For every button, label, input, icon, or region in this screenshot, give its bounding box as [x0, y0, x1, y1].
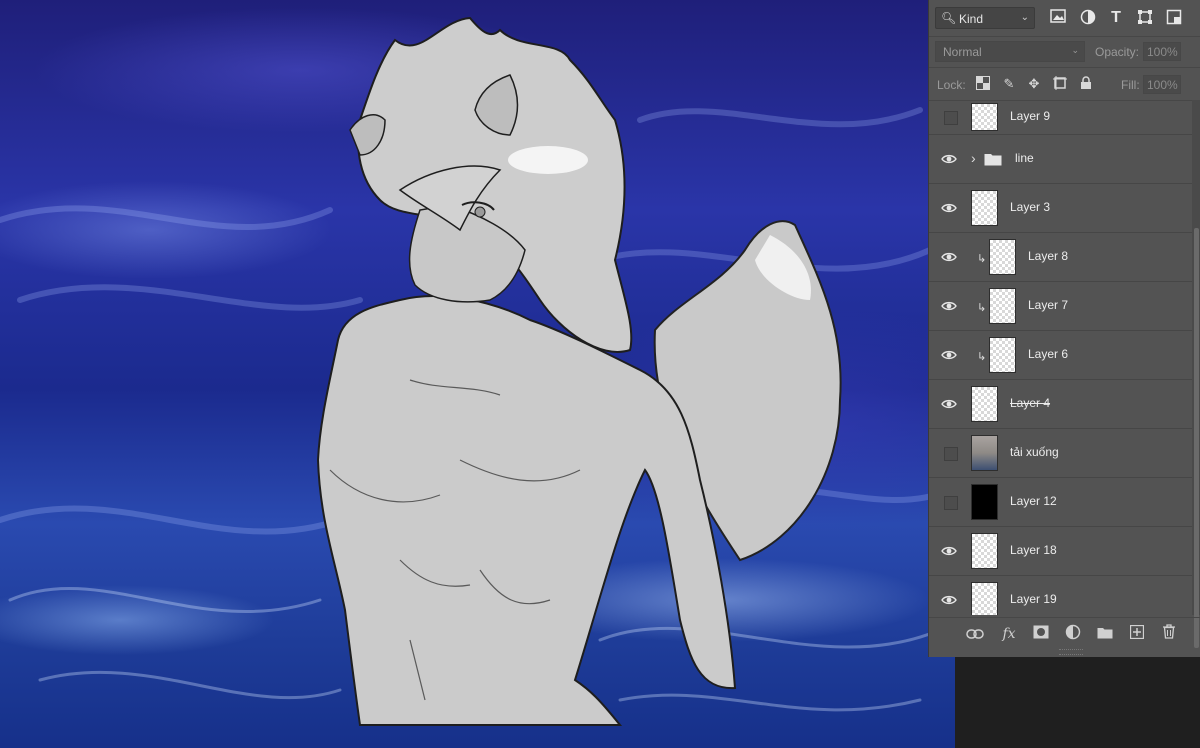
- layer-style-fx-icon[interactable]: fx: [999, 624, 1019, 644]
- delete-layer-icon[interactable]: [1159, 624, 1179, 644]
- layer-name[interactable]: Layer 4: [1010, 396, 1050, 410]
- layer-row[interactable]: Layer 9: [929, 100, 1193, 135]
- layer-thumbnail[interactable]: [989, 337, 1016, 373]
- layer-name[interactable]: tải xuống: [1010, 445, 1059, 459]
- visibility-eye-icon[interactable]: [935, 135, 961, 183]
- opacity-label: Opacity:: [1095, 45, 1140, 59]
- visibility-eye-icon[interactable]: [935, 184, 961, 232]
- layer-row[interactable]: › line: [929, 135, 1193, 184]
- layer-name[interactable]: Layer 18: [1010, 543, 1057, 557]
- opacity-input[interactable]: 100%: [1143, 42, 1181, 61]
- layer-name[interactable]: line: [1015, 151, 1034, 165]
- layer-name[interactable]: Layer 3: [1010, 200, 1050, 214]
- visibility-eye-icon[interactable]: [935, 331, 961, 379]
- folder-icon: [984, 152, 1002, 169]
- layer-mask-icon[interactable]: [1031, 624, 1051, 644]
- blend-row: Normal ⌄ Opacity: 100%: [929, 37, 1200, 68]
- search-icon: 🔍︎: [941, 11, 957, 25]
- visibility-toggle[interactable]: [935, 478, 961, 526]
- type-filter-icon[interactable]: T: [1107, 9, 1125, 27]
- layer-thumbnail[interactable]: [971, 582, 998, 615]
- artwork-illustration: [0, 16, 953, 726]
- layer-row[interactable]: ↳ Layer 6: [929, 331, 1193, 380]
- layer-row[interactable]: ↳ Layer 7: [929, 282, 1193, 331]
- blend-mode-select[interactable]: Normal ⌄: [935, 41, 1085, 62]
- clipping-mask-icon: ↳: [977, 253, 987, 265]
- layers-list: Layer 9 › line Layer 3 ↳ Layer 8 ↳ Layer 7 ↳ Laye…: [929, 100, 1193, 615]
- layer-name[interactable]: Layer 7: [1028, 298, 1068, 312]
- chevron-down-icon: ⌄: [1071, 45, 1079, 55]
- panel-resize-grip[interactable]: [1059, 649, 1083, 655]
- layer-thumbnail[interactable]: [971, 190, 998, 226]
- layer-name[interactable]: Layer 6: [1028, 347, 1068, 361]
- lock-row: Lock: ✎ ✥ Fill: 100%: [929, 68, 1200, 101]
- chevron-down-icon: ⌄: [1020, 12, 1029, 23]
- clipping-mask-icon: ↳: [977, 302, 987, 314]
- layer-row[interactable]: Layer 12: [929, 478, 1193, 527]
- visibility-eye-icon[interactable]: [935, 380, 961, 428]
- layer-row[interactable]: Layer 3: [929, 184, 1193, 233]
- visibility-toggle[interactable]: [935, 100, 961, 134]
- shape-filter-icon[interactable]: [1136, 9, 1154, 27]
- layer-thumbnail[interactable]: [989, 239, 1016, 275]
- layers-bottom-bar: fx: [929, 617, 1200, 650]
- layer-thumbnail[interactable]: [971, 484, 998, 520]
- layer-filter-row: 🔍︎ Kind ⌄ T: [929, 0, 1200, 37]
- new-group-icon[interactable]: [1095, 624, 1115, 644]
- visibility-eye-icon[interactable]: [935, 282, 961, 330]
- expand-chevron-icon[interactable]: ›: [971, 150, 976, 166]
- smart-object-filter-icon[interactable]: [1165, 9, 1183, 27]
- scrollbar-thumb[interactable]: [1194, 228, 1199, 648]
- filter-kind-label: Kind: [959, 12, 984, 26]
- link-layers-icon[interactable]: [965, 624, 985, 644]
- visibility-eye-icon[interactable]: [935, 233, 961, 281]
- layer-name[interactable]: Layer 12: [1010, 494, 1057, 508]
- layer-thumbnail[interactable]: [971, 533, 998, 569]
- lock-label: Lock:: [937, 78, 966, 92]
- filter-kind-select[interactable]: 🔍︎ Kind ⌄: [935, 7, 1035, 29]
- image-filter-icon[interactable]: [1049, 9, 1067, 27]
- layer-thumbnail[interactable]: [971, 386, 998, 422]
- layer-row[interactable]: Layer 18: [929, 527, 1193, 576]
- layer-thumbnail[interactable]: [971, 103, 998, 131]
- visibility-eye-icon[interactable]: [935, 576, 961, 615]
- visibility-toggle[interactable]: [935, 429, 961, 477]
- layer-row[interactable]: tải xuống: [929, 429, 1193, 478]
- fill-label: Fill:: [1121, 78, 1140, 92]
- visibility-eye-icon[interactable]: [935, 527, 961, 575]
- workspace-background: [955, 657, 1200, 748]
- layer-name[interactable]: Layer 9: [1010, 109, 1050, 123]
- layer-name[interactable]: Layer 19: [1010, 592, 1057, 606]
- layers-panel: 🔍︎ Kind ⌄ T Normal ⌄ Opacity: 100% Lock:: [928, 0, 1200, 657]
- adjustment-filter-icon[interactable]: [1079, 9, 1097, 27]
- layer-row[interactable]: ↳ Layer 8: [929, 233, 1193, 282]
- layers-scrollbar[interactable]: [1192, 100, 1200, 648]
- layer-thumbnail[interactable]: [971, 435, 998, 471]
- lock-transparent-pixels-icon[interactable]: [975, 76, 991, 92]
- new-layer-icon[interactable]: [1127, 624, 1147, 644]
- blend-mode-value: Normal: [943, 45, 982, 59]
- layer-row[interactable]: Layer 19: [929, 576, 1193, 615]
- lock-all-icon[interactable]: [1078, 76, 1094, 92]
- lock-position-icon[interactable]: ✥: [1026, 76, 1042, 92]
- adjustment-layer-icon[interactable]: [1063, 624, 1083, 644]
- layer-thumbnail[interactable]: [989, 288, 1016, 324]
- lock-artboard-icon[interactable]: [1052, 76, 1068, 92]
- clipping-mask-icon: ↳: [977, 351, 987, 363]
- layer-row[interactable]: Layer 4: [929, 380, 1193, 429]
- lock-image-pixels-icon[interactable]: ✎: [1001, 76, 1017, 92]
- artwork-canvas[interactable]: [0, 0, 955, 748]
- layer-name[interactable]: Layer 8: [1028, 249, 1068, 263]
- fill-input[interactable]: 100%: [1143, 75, 1181, 94]
